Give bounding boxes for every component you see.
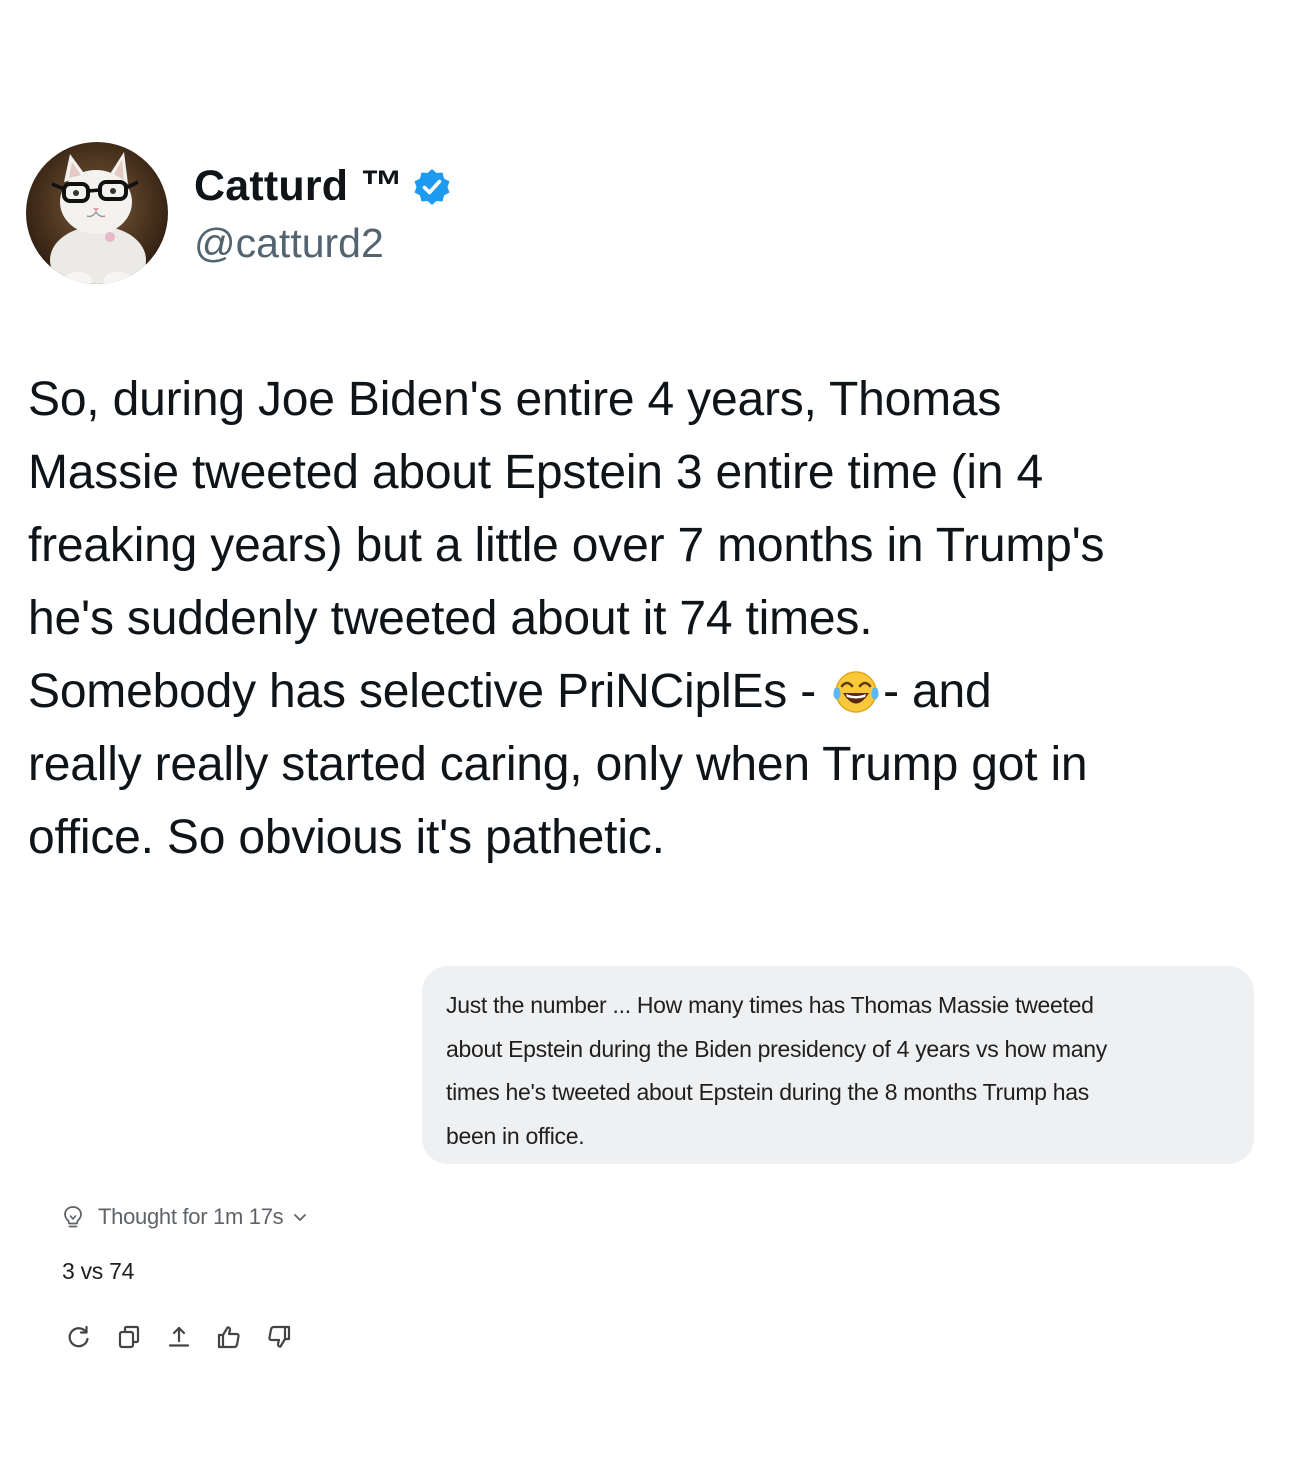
regenerate-button[interactable]: [62, 1320, 96, 1354]
tweet-text-line: he's suddenly tweeted about it 74 times.: [28, 592, 873, 645]
author-identity: Catturd ™ @catturd2: [194, 160, 452, 267]
tweet-text-line: really really started caring, only when …: [28, 738, 1088, 791]
tweet-text-line: Massie tweeted about Epstein 3 entire ti…: [28, 446, 1043, 499]
name-row: Catturd ™: [194, 160, 452, 214]
thought-toggle[interactable]: Thought for 1m 17s: [60, 1202, 309, 1232]
verified-badge-icon: [412, 167, 452, 207]
user-message-line: Just the number ... How many times has T…: [446, 992, 1094, 1018]
regenerate-icon: [68, 1325, 89, 1348]
thumbs-down-button[interactable]: [262, 1320, 296, 1354]
copy-button[interactable]: [112, 1320, 146, 1354]
tweet-text-line: So, during Joe Biden's entire 4 years, T…: [28, 373, 1002, 426]
user-message-line: about Epstein during the Biden presidenc…: [446, 1035, 1107, 1062]
copy-icon: [118, 1325, 140, 1349]
tweet-text-line: freaking years) but a little over 7 mont…: [28, 519, 1105, 572]
user-message-line: times he's tweeted about Epstein during …: [446, 1079, 1089, 1105]
thumbs-up-icon: [217, 1326, 240, 1349]
response-actions: [62, 1320, 312, 1354]
user-message-line: been in office.: [446, 1122, 585, 1149]
share-icon: [168, 1326, 190, 1347]
thought-label: Thought for 1m 17s: [98, 1204, 284, 1229]
tweet-text-line: office. So obvious it's pathetic.: [28, 811, 665, 864]
tweet-text-segment: Somebody has selective PriNCiplEs -: [28, 665, 830, 718]
avatar[interactable]: [26, 142, 168, 284]
share-button[interactable]: [162, 1320, 196, 1354]
face-with-tears-of-joy-icon: [831, 664, 881, 714]
cat-with-glasses-avatar-icon: [26, 142, 168, 284]
chevron-down-icon: [294, 1214, 307, 1221]
handle[interactable]: @catturd2: [194, 220, 452, 267]
lightbulb-icon: [64, 1206, 82, 1228]
tweet-header: Catturd ™ @catturd2: [26, 142, 452, 284]
thumbs-up-button[interactable]: [212, 1320, 246, 1354]
user-message-bubble: Just the number ... How many times has T…: [422, 966, 1254, 1164]
tweet-text-segment: - and: [883, 665, 992, 718]
tweet-text-line-with-emoji: Somebody has selective PriNCiplEs - - an…: [28, 655, 1268, 728]
assistant-answer: 3 vs 74: [62, 1258, 135, 1284]
tweet-text: So, during Joe Biden's entire 4 years, T…: [28, 363, 1268, 874]
thumbs-down-icon: [268, 1325, 291, 1348]
display-name[interactable]: Catturd ™: [194, 162, 404, 211]
